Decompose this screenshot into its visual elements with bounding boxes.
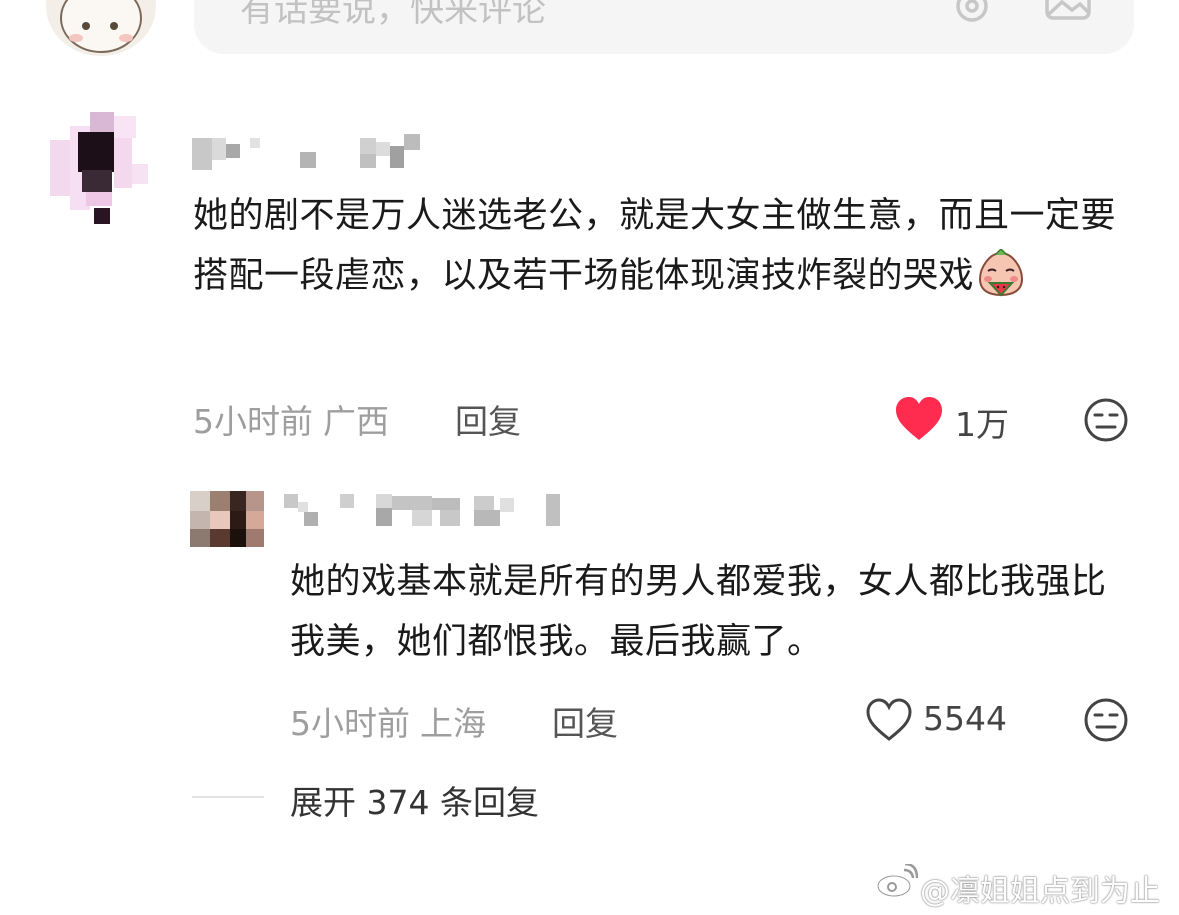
replier-username[interactable] — [284, 490, 584, 530]
reply-like-count: 5544 — [923, 699, 1007, 738]
dislike-face-icon[interactable] — [1082, 696, 1130, 744]
watermelon-face-emoji-icon — [976, 247, 1026, 316]
reply-reply-button[interactable]: 回复 — [552, 697, 618, 745]
comment-input-placeholder[interactable]: 有话要说，快来评论 — [240, 0, 546, 31]
reply-location: 上海 — [420, 704, 486, 743]
dislike-face-icon[interactable] — [1082, 396, 1130, 444]
watermark-text: @凛姐姐点到为止 — [920, 874, 1160, 909]
comment-like-count: 1万 — [955, 405, 1009, 444]
weibo-logo-icon — [876, 864, 918, 898]
comment-text: 她的剧不是万人迷选老公，就是大女主做生意，而且一定要搭配一段虐恋，以及若干场能体… — [193, 186, 1123, 316]
expand-replies-button[interactable]: 展开 374 条回复 — [290, 776, 539, 824]
heart-outline-icon[interactable] — [864, 697, 914, 743]
commenter-avatar[interactable] — [50, 112, 154, 228]
comment-input-bar[interactable]: 有话要说，快来评论 — [194, 0, 1134, 54]
expand-divider — [192, 796, 264, 798]
cartoon-avatar-icon — [60, 0, 142, 53]
commenter-username[interactable] — [192, 130, 442, 174]
image-icon[interactable] — [1044, 0, 1092, 36]
reply-text: 她的戏基本就是所有的男人都爱我，女人都比我强比我美，她们都恨我。最后我赢了。 — [290, 562, 1107, 662]
comment-page: 有话要说，快来评论 她的剧不是万人迷选老公，就是大女主做生意，而且一定要搭配一段… — [0, 0, 1179, 915]
comment-location: 广西 — [323, 402, 389, 441]
current-user-avatar[interactable] — [46, 0, 156, 56]
heart-filled-icon[interactable] — [894, 396, 944, 442]
reply-meta: 5小时前 上海 — [290, 697, 486, 745]
at-icon[interactable] — [950, 0, 994, 36]
replier-avatar[interactable] — [190, 491, 264, 547]
comment-time: 5小时前 — [193, 402, 313, 441]
reply-time: 5小时前 — [290, 704, 410, 743]
comment-reply-button[interactable]: 回复 — [455, 395, 521, 443]
comment-meta: 5小时前 广西 — [193, 395, 389, 443]
